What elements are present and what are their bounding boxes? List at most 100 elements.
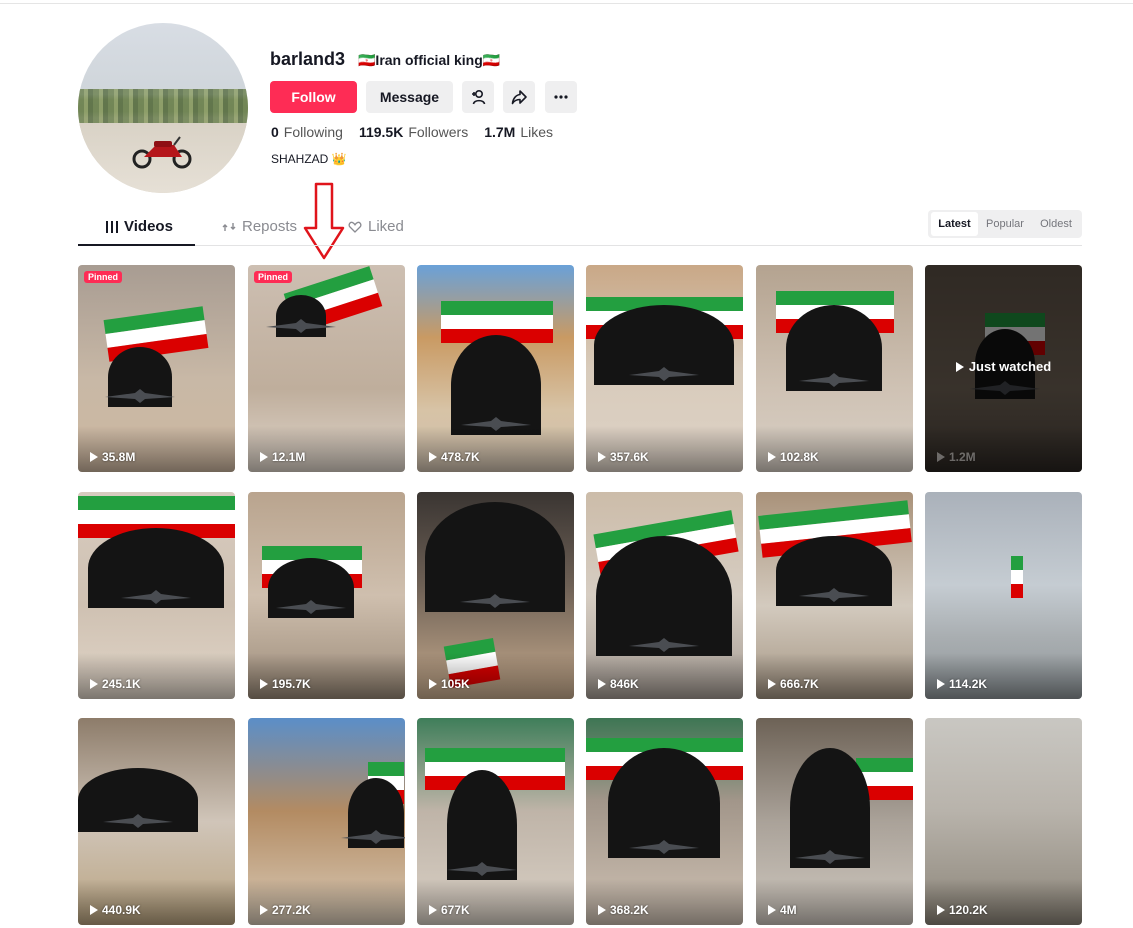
view-count: 114.2K xyxy=(937,677,987,691)
play-icon xyxy=(429,679,437,689)
view-count-text: 105K xyxy=(441,677,470,691)
view-count: 1.2M xyxy=(937,450,976,464)
video-card[interactable]: 4M xyxy=(756,718,913,925)
likes-count: 1.7M xyxy=(484,124,516,140)
view-count: 35.8M xyxy=(90,450,135,464)
tab-videos-label: Videos xyxy=(124,218,173,235)
thumbnail-shade xyxy=(586,426,743,472)
view-count-text: 12.1M xyxy=(272,450,306,464)
more-options-button[interactable] xyxy=(545,81,577,113)
pinned-badge: Pinned xyxy=(254,271,293,283)
video-card[interactable]: 440.9K xyxy=(78,718,235,925)
aircraft-icon xyxy=(799,373,869,387)
play-icon xyxy=(937,452,945,462)
aircraft-icon xyxy=(266,319,336,333)
view-count-text: 440.9K xyxy=(102,903,141,917)
aircraft-icon xyxy=(103,814,173,828)
view-count: 440.9K xyxy=(90,903,141,917)
sort-latest[interactable]: Latest xyxy=(931,212,978,236)
thumbnail-shade xyxy=(417,879,574,925)
view-count-text: 478.7K xyxy=(441,450,480,464)
play-icon xyxy=(90,679,98,689)
play-icon xyxy=(768,452,776,462)
video-card[interactable]: Pinned 12.1M xyxy=(248,265,405,472)
stat-following[interactable]: 0 Following xyxy=(271,124,343,140)
video-card[interactable]: 102.8K xyxy=(756,265,913,472)
video-card[interactable]: 357.6K xyxy=(586,265,743,472)
play-icon xyxy=(937,905,945,915)
username: barland3 xyxy=(270,49,346,69)
video-card[interactable]: 114.2K xyxy=(925,492,1082,699)
just-watched-text: Just watched xyxy=(968,359,1052,374)
aircraft-icon xyxy=(447,862,517,876)
share-button[interactable] xyxy=(503,81,535,113)
play-icon xyxy=(429,452,437,462)
tab-videos[interactable]: Videos xyxy=(106,218,173,235)
just-watched-label: Just watched xyxy=(925,359,1082,374)
tab-reposts[interactable]: Reposts xyxy=(222,218,297,235)
message-button[interactable]: Message xyxy=(366,81,453,113)
iran-flag-graphic xyxy=(1011,556,1023,598)
tab-liked[interactable]: Liked xyxy=(348,218,404,235)
aircraft-icon xyxy=(629,638,699,652)
view-count-text: 1.2M xyxy=(949,450,976,464)
play-icon xyxy=(90,905,98,915)
view-count: 4M xyxy=(768,903,797,917)
sort-oldest[interactable]: Oldest xyxy=(1032,212,1080,236)
thumbnail-shade xyxy=(248,426,405,472)
follow-button[interactable]: Follow xyxy=(270,81,357,113)
aircraft-icon xyxy=(629,367,699,381)
view-count-text: 846K xyxy=(610,677,639,691)
video-card[interactable]: 120.2K xyxy=(925,718,1082,925)
thumbnail-shade xyxy=(756,653,913,699)
view-count-text: 120.2K xyxy=(949,903,988,917)
active-tab-indicator xyxy=(78,244,195,246)
video-card[interactable]: 105K xyxy=(417,492,574,699)
video-card[interactable]: 245.1K xyxy=(78,492,235,699)
top-divider xyxy=(0,3,1133,4)
view-count: 677K xyxy=(429,903,470,917)
aircraft-icon xyxy=(795,850,865,864)
avatar[interactable] xyxy=(78,23,248,193)
aircraft-icon xyxy=(460,594,530,608)
thumbnail-shade xyxy=(78,879,235,925)
aircraft-icon xyxy=(799,588,869,602)
video-card[interactable]: 368.2K xyxy=(586,718,743,925)
thumbnail-shade xyxy=(925,653,1082,699)
view-count: 846K xyxy=(598,677,639,691)
view-count-text: 277.2K xyxy=(272,903,311,917)
view-count-text: 677K xyxy=(441,903,470,917)
grid-icon xyxy=(106,220,118,233)
play-icon xyxy=(598,679,606,689)
view-count-text: 102.8K xyxy=(780,450,819,464)
nickname: 🇮🇷Iran official king🇮🇷 xyxy=(358,52,501,68)
view-count-text: 666.7K xyxy=(780,677,819,691)
aircraft-icon xyxy=(105,389,175,403)
video-card[interactable]: Pinned 35.8M xyxy=(78,265,235,472)
video-card[interactable]: 478.7K xyxy=(417,265,574,472)
video-card[interactable]: 195.7K xyxy=(248,492,405,699)
thumbnail-shade xyxy=(756,879,913,925)
thumbnail-shade xyxy=(417,653,574,699)
add-friend-button[interactable] xyxy=(462,81,494,113)
view-count: 245.1K xyxy=(90,677,141,691)
thumbnail-shade xyxy=(756,426,913,472)
thumbnail-shade xyxy=(417,426,574,472)
video-card[interactable]: Just watched 1.2M xyxy=(925,265,1082,472)
stat-followers[interactable]: 119.5K Followers xyxy=(359,124,468,140)
thumbnail-shade xyxy=(78,653,235,699)
view-count: 368.2K xyxy=(598,903,649,917)
play-icon xyxy=(768,679,776,689)
tab-liked-label: Liked xyxy=(368,218,404,235)
view-count-text: 357.6K xyxy=(610,450,649,464)
play-icon xyxy=(90,452,98,462)
sort-popular[interactable]: Popular xyxy=(980,212,1030,236)
video-card[interactable]: 677K xyxy=(417,718,574,925)
view-count: 105K xyxy=(429,677,470,691)
video-card[interactable]: 277.2K xyxy=(248,718,405,925)
view-count: 277.2K xyxy=(260,903,311,917)
following-label: Following xyxy=(283,124,343,140)
video-card[interactable]: 846K xyxy=(586,492,743,699)
video-card[interactable]: 666.7K xyxy=(756,492,913,699)
likes-label: Likes xyxy=(520,124,554,140)
